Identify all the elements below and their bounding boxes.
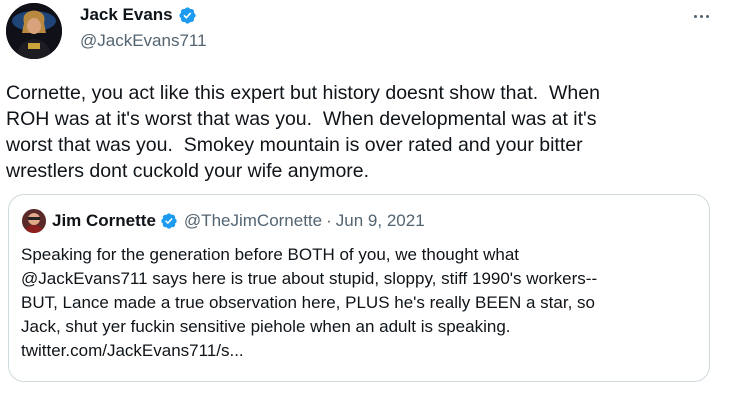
tweet-text: Cornette, you act like this expert but h… [6, 82, 600, 182]
avatar-photo [6, 3, 62, 59]
quoted-date: Jun 9, 2021 [335, 211, 425, 230]
quoted-tweet[interactable]: Jim Cornette @TheJimCornette · Jun 9, 20… [8, 194, 710, 382]
author-name[interactable]: Jack Evans [80, 5, 173, 25]
author-avatar[interactable] [6, 3, 62, 59]
author-handle[interactable]: @JackEvans711 [80, 31, 207, 51]
verified-badge-icon [179, 6, 196, 24]
quoted-author-handle: @TheJimCornette [183, 211, 323, 230]
quoted-text: Speaking for the generation before BOTH … [21, 245, 598, 360]
quoted-author-avatar [22, 209, 46, 233]
quoted-avatar-photo [22, 209, 46, 233]
dot-separator: · [326, 211, 332, 230]
tweet: Jack Evans @JackEvans711 Cornette, you a… [0, 0, 743, 400]
more-options-icon[interactable] [688, 6, 714, 26]
quoted-header: Jim Cornette @TheJimCornette · Jun 9, 20… [52, 211, 425, 231]
verified-badge-icon [161, 213, 177, 229]
author-name-row: Jack Evans [80, 5, 197, 25]
quoted-author-name: Jim Cornette [52, 211, 156, 230]
